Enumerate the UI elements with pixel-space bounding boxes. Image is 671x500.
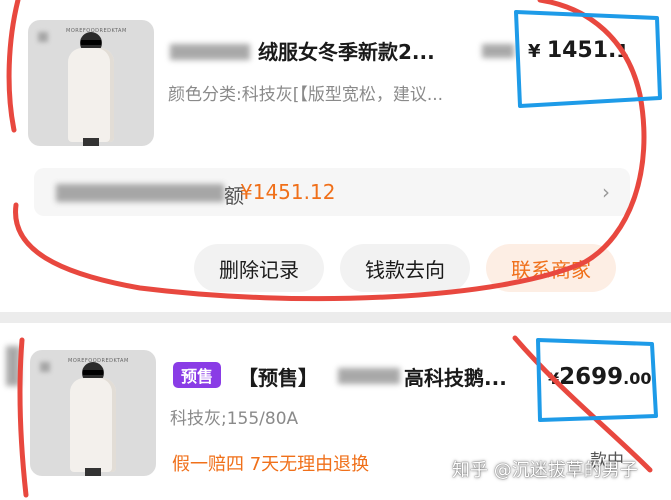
order-card-1[interactable]: MOREFOODREDKTAM 绒服女冬季新款2... ¥ 1451.1 颜色分…: [0, 0, 671, 312]
currency-symbol: ¥: [548, 369, 560, 388]
delete-record-button[interactable]: 删除记录: [194, 244, 324, 292]
product-variant: 科技灰;155/80A: [170, 409, 299, 429]
redacted-edge: [6, 346, 20, 386]
contact-seller-button[interactable]: 联系商家: [486, 244, 616, 292]
blurred-region: [40, 362, 50, 372]
refund-summary-row[interactable]: 额 ¥1451.12 ›: [34, 168, 630, 216]
price-main: 2699: [559, 364, 624, 390]
model-legs: [85, 468, 101, 476]
currency-symbol: ¥: [528, 41, 541, 62]
service-promise: 假一赔四 7天无理由退换: [172, 454, 370, 475]
price-decimals: .00: [623, 369, 652, 388]
watermark: 知乎 @沉迷拔草的男子: [452, 460, 638, 481]
redacted-shop-name: [170, 44, 250, 60]
product-thumbnail[interactable]: MOREFOODREDKTAM: [30, 350, 156, 476]
down-coat: [68, 48, 114, 142]
product-variant: 颜色分类:科技灰[【版型宽松，建议...: [168, 85, 444, 105]
model-legs: [83, 138, 99, 146]
product-title-start[interactable]: 【预售】: [238, 362, 318, 391]
sunglasses: [83, 370, 103, 375]
presale-badge: 预售: [173, 362, 221, 388]
product-title[interactable]: 绒服女冬季新款2...: [258, 36, 435, 65]
product-title-end[interactable]: 高科技鹅...: [404, 362, 507, 391]
money-destination-button[interactable]: 钱款去向: [340, 244, 470, 292]
blurred-region: [38, 32, 48, 42]
product-thumbnail[interactable]: MOREFOODREDKTAM: [28, 20, 154, 146]
refund-amount: ¥1451.12: [240, 180, 336, 204]
product-price: ¥ 1451.1: [528, 38, 629, 63]
sunglasses: [81, 40, 101, 45]
price-main: 1451.: [546, 38, 617, 63]
chevron-right-icon: ›: [602, 180, 610, 204]
redacted-text: [482, 44, 514, 58]
product-price: ¥2699.00: [548, 364, 652, 390]
price-tail: 1: [616, 41, 629, 62]
redacted-refund-label: [56, 184, 224, 202]
down-coat: [70, 378, 116, 472]
redacted-title: [338, 368, 400, 384]
